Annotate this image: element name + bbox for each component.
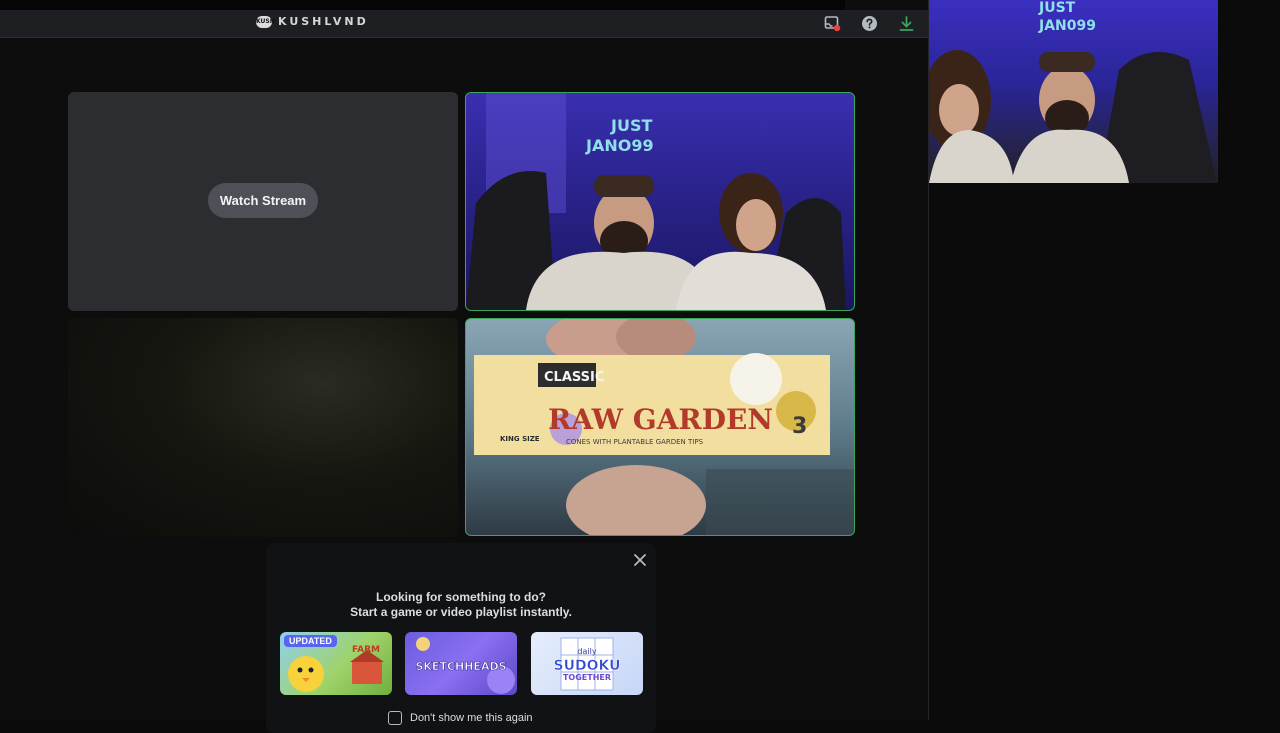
video-sign-text: JUST (1038, 0, 1076, 16)
watch-stream-button[interactable]: Watch Stream (208, 183, 318, 218)
activity-farm[interactable]: FARM UPDATED (280, 632, 392, 695)
activity-title: SKETCHHEADS (415, 660, 506, 673)
activity-title: SUDOKU (554, 658, 621, 674)
server-brand[interactable]: KUSH KUSHLVND (256, 15, 369, 28)
updated-badge: UPDATED (284, 635, 337, 647)
sudoku-game-thumbnail: daily SUDOKU TOGETHER (553, 637, 621, 691)
server-logo-icon: KUSH (256, 15, 275, 28)
participant-video-tile[interactable]: CLASSIC RAW GARDEN CONES WITH PLANTABLE … (465, 318, 855, 536)
popup-heading: Looking for something to do? (376, 590, 546, 604)
product-subtitle: CONES WITH PLANTABLE GARDEN TIPS (566, 438, 704, 446)
participant-video-feed: JUST JANO99 (466, 93, 846, 310)
video-sign-text: JUST (610, 116, 652, 135)
server-name: KUSHLVND (278, 15, 369, 28)
activity-suggestion-popup: Looking for something to do? Start a gam… (266, 543, 656, 733)
close-icon[interactable] (632, 552, 648, 568)
product-count: 3 (792, 414, 807, 439)
product-label: CLASSIC (544, 370, 604, 385)
video-sign-text: JAN099 (1038, 18, 1096, 34)
product-brand: RAW GARDEN (548, 403, 773, 436)
product-size: KING SIZE (500, 435, 540, 443)
stream-tile[interactable]: Watch Stream (68, 92, 458, 311)
dont-show-again-checkbox[interactable] (388, 711, 402, 725)
download-icon[interactable] (898, 15, 915, 32)
participant-video-tile[interactable]: JUST JANO99 (465, 92, 855, 311)
dont-show-again-label: Don't show me this again (410, 712, 533, 724)
popup-subheading: Start a game or video playlist instantly… (350, 605, 572, 619)
title-bar: KUSH KUSHLVND (0, 10, 929, 38)
activity-sketchheads[interactable]: SKETCHHEADS (405, 632, 517, 695)
window-top-edge (0, 0, 845, 10)
activity-title: FARM (352, 645, 380, 655)
help-icon[interactable] (861, 15, 878, 32)
activity-title-bottom: TOGETHER (563, 673, 611, 682)
activity-sudoku[interactable]: daily SUDOKU TOGETHER (531, 632, 643, 695)
pip-video[interactable]: JUST JAN099 (929, 0, 1218, 183)
inbox-icon[interactable] (824, 15, 841, 32)
activity-title-top: daily (577, 647, 596, 656)
dont-show-again-option[interactable]: Don't show me this again (388, 711, 533, 725)
video-sign-text: JANO99 (585, 136, 654, 155)
pip-video-feed: JUST JAN099 (929, 0, 1217, 183)
participant-video-feed: CLASSIC RAW GARDEN CONES WITH PLANTABLE … (474, 319, 854, 535)
app-window: KUSH KUSHLVND Watch Stream JUST JANO99 C… (0, 0, 929, 733)
sketchheads-game-thumbnail: SKETCHHEADS (415, 637, 515, 694)
participant-video-tile-dark[interactable] (68, 318, 458, 537)
